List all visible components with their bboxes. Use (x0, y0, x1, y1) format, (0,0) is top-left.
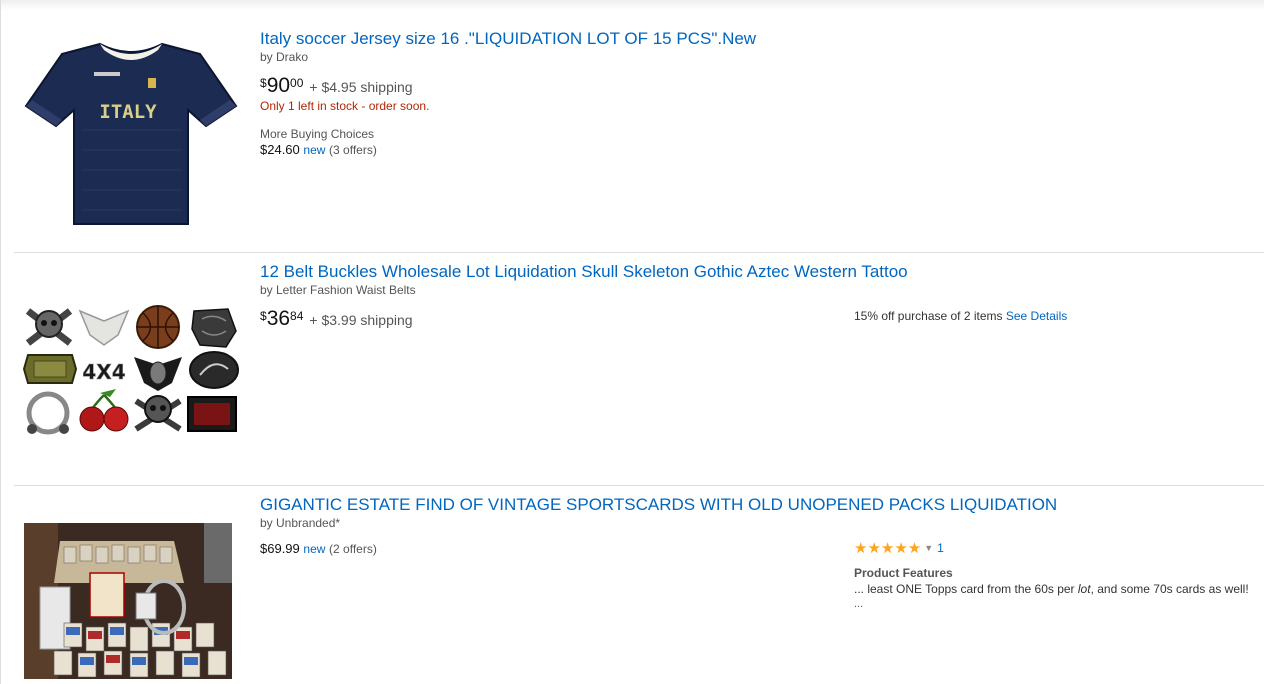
search-result-2: 4X4 12 Belt Buckles Wholesale Lot Liquid… (0, 253, 1264, 485)
byline: by Unbranded* (260, 516, 341, 530)
buckle-cherries (79, 389, 129, 432)
offer-price: $69.99 (260, 541, 300, 556)
see-details-link[interactable]: See Details (1006, 309, 1067, 323)
buckle-4x4-text: 4X4 (82, 360, 125, 384)
product-image-belt-buckles[interactable]: 4X4 (22, 305, 240, 435)
search-result-1: ITALY Italy soccer Jersey size 16 ."LIQU… (0, 0, 1264, 252)
price-symbol: $ (260, 309, 267, 323)
price-whole: 36 (266, 307, 291, 330)
features-text-after: , and some 70s cards as well! (1090, 582, 1249, 596)
buckle-gold-oval (22, 354, 78, 384)
search-result-3: GIGANTIC ESTATE FIND OF VINTAGE SPORTSCA… (0, 486, 1264, 684)
price-fraction: 84 (290, 309, 304, 323)
offer-condition-link[interactable]: new (303, 542, 325, 556)
product-features-text: ... least ONE Topps card from the 60s pe… (854, 582, 1249, 596)
offer-count: (3 offers) (329, 143, 377, 157)
buckle-skull-crossbones-2 (134, 395, 182, 432)
offer-line: $69.99 new (2 offers) (260, 541, 377, 556)
product-features-more: ... (854, 598, 864, 610)
product-image-jersey[interactable]: ITALY (22, 40, 240, 228)
offer-line: $24.60 new (3 offers) (260, 142, 377, 157)
stock-warning: Only 1 left in stock - order soon. (260, 99, 430, 113)
rating-count-link[interactable]: 1 (937, 541, 944, 555)
product-image-sportscards[interactable] (24, 523, 232, 679)
buckle-lion-head (191, 308, 237, 348)
byline: by Drako (260, 50, 309, 64)
product-title-link[interactable]: 12 Belt Buckles Wholesale Lot Liquidatio… (260, 262, 908, 282)
buckle-silver-wings (78, 309, 130, 346)
buckle-grenade-wings (134, 357, 182, 391)
shipping-cost: + $3.99 shipping (309, 312, 413, 328)
features-text-italic: lot (1077, 582, 1091, 596)
features-text-before: ... least ONE Topps card from the 60s pe… (854, 582, 1078, 596)
offer-count: (2 offers) (329, 542, 377, 556)
buckle-skull-crossbones (25, 308, 73, 346)
buckle-basketball (136, 305, 180, 349)
offer-condition-link[interactable]: new (303, 143, 325, 157)
byline: by Letter Fashion Waist Belts (260, 283, 416, 297)
buckle-4x4: 4X4 (80, 353, 128, 387)
shipping-cost: + $4.95 shipping (309, 79, 413, 95)
jersey-lettering: ITALY (99, 101, 157, 123)
price-whole: 90 (266, 74, 291, 97)
price-fraction: 00 (290, 76, 304, 90)
buckle-horseshoe-ring (26, 391, 70, 435)
promotion-text: 15% off purchase of 2 items (854, 309, 1003, 323)
promotion: 15% off purchase of 2 items See Details (854, 309, 1067, 323)
star-icons: ★★★★★ (854, 540, 922, 557)
price-symbol: $ (260, 76, 267, 90)
price[interactable]: $9000 + $4.95 shipping (260, 74, 413, 98)
star-rating[interactable]: ★★★★★ ▼ 1 (854, 539, 944, 557)
product-features-heading: Product Features (854, 566, 953, 580)
buckle-red-rectangle (187, 396, 237, 432)
product-title-link[interactable]: Italy soccer Jersey size 16 ."LIQUIDATIO… (260, 29, 756, 49)
chevron-down-icon[interactable]: ▼ (924, 543, 933, 553)
product-title-link[interactable]: GIGANTIC ESTATE FIND OF VINTAGE SPORTSCA… (260, 495, 1057, 515)
price[interactable]: $3684 + $3.99 shipping (260, 307, 413, 331)
offer-price: $24.60 (260, 142, 300, 157)
more-buying-choices: More Buying Choices (260, 127, 375, 141)
buckle-cowboy-oval (189, 351, 239, 389)
